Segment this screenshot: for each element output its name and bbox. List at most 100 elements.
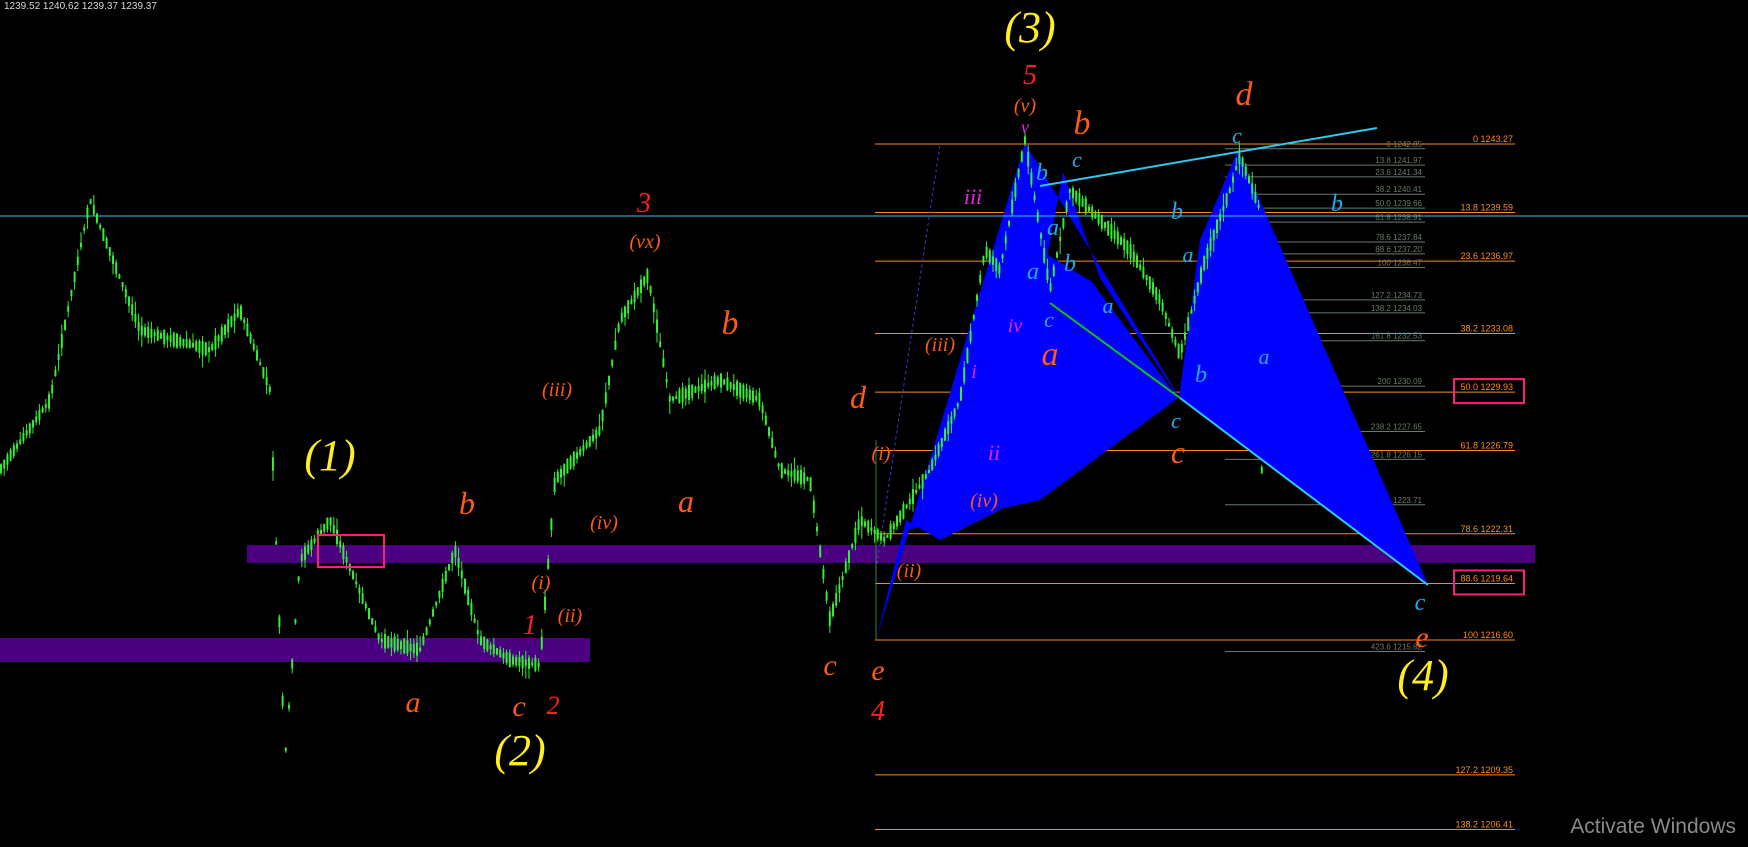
candle-body [748,389,751,401]
candle-body [697,386,700,392]
candle-body [1008,220,1010,226]
candle-body [556,471,559,483]
candle-body [448,564,450,571]
candle-body [755,395,758,401]
candle-body [518,657,521,667]
wave-label-orange: c [512,690,525,723]
candle-body [342,545,345,559]
candle-body [1139,264,1142,270]
candle-body [32,420,34,428]
candle-body [1132,251,1135,262]
candle-body [636,287,639,296]
candle-body [262,367,265,378]
candle-body [899,510,902,523]
candle-body [844,561,847,574]
candle-body [44,404,47,408]
candle-body [1257,204,1260,208]
candle-body [963,367,966,383]
candle-body [451,552,454,564]
wave-label-orange: a [1042,336,1059,373]
candle-body [1110,224,1113,239]
candle-body [428,619,431,625]
fib-secondary-label: 138.2 1234.03 [1371,304,1423,313]
candle-body [1136,255,1138,268]
price-chart[interactable]: 0 1243.27 13.8 1239.59 23.6 1236.97 38.2 12… [0,0,1748,847]
candle-body [732,383,735,391]
wave-label-magenta: i [971,361,977,383]
candle-body [640,279,642,293]
candle-body [902,504,905,519]
candle-body [1056,252,1058,258]
candle-body [464,578,466,594]
fib-secondary-label: 238.2 1227.65 [1371,422,1423,431]
candle-body [419,647,422,652]
candle-body [492,644,495,655]
candle-body [396,638,399,650]
candle-body [41,408,44,413]
fib-secondary-label: 200 1230.09 [1378,377,1423,386]
wave-label-magenta: iv [1008,315,1023,337]
candle-body [70,289,73,297]
candle-body [1164,313,1167,319]
candle-body [771,437,774,448]
candle-body [220,326,223,342]
candle-body [3,459,6,469]
candle-body [684,388,687,399]
candle-body [435,601,438,606]
candle-body [1020,151,1023,162]
candle-body [915,489,918,494]
candle-body [816,526,818,532]
candle-body [1129,244,1132,258]
candle-body [787,470,790,476]
harmonic-pattern-fill-a [876,143,1178,640]
candle-body [880,533,882,541]
candle-body [908,498,911,505]
fib-secondary-label: 127.2 1234.73 [1371,291,1423,300]
candle-body [211,343,214,351]
candle-body [377,633,380,640]
fib-secondary-label: 0 1242.85 [1386,140,1422,149]
candle-body [1196,282,1199,293]
candle-body [214,335,217,350]
candle-body [1232,176,1234,183]
candle-body [403,638,406,654]
candle-body [995,258,998,272]
candle-body [972,315,975,320]
candle-body [848,550,850,563]
candle-body [601,409,604,422]
candle-body [57,353,60,361]
candle-body [643,276,646,286]
candle-body [182,338,185,346]
candle-body [1225,193,1228,206]
candle-body [630,299,633,305]
candle-body [1260,466,1263,474]
candle-body [105,237,108,249]
candle-body [259,362,262,366]
candle-body [406,640,409,654]
fib-secondary-label: 23.6 1241.34 [1375,168,1422,177]
wave-label-orange: d [850,379,867,415]
wave-label-orange: b [1074,105,1091,142]
candle-body [96,213,98,223]
candle-body [710,381,713,386]
candle-body [515,656,518,666]
candle-body [1104,221,1106,229]
candle-body [905,504,908,509]
candle-body [246,323,249,337]
wave-label-orange: (vx) [629,231,660,253]
candle-body [1158,294,1161,304]
candle-body [876,529,879,540]
candle-body [112,255,114,265]
fib-secondary-label: 61.8 1238.91 [1375,213,1422,222]
wave-label-blue: c [1171,408,1181,433]
candle-body [358,587,361,594]
wave-label-blue: c [1415,590,1426,616]
candle-body [1212,230,1215,241]
candle-body [166,335,169,341]
candle-body [838,584,841,593]
candle-body [313,538,316,543]
candle-body [1241,157,1244,167]
candle-body [28,423,31,434]
candle-body [521,655,524,669]
fib-secondary-label: 100 1236.47 [1378,258,1423,267]
